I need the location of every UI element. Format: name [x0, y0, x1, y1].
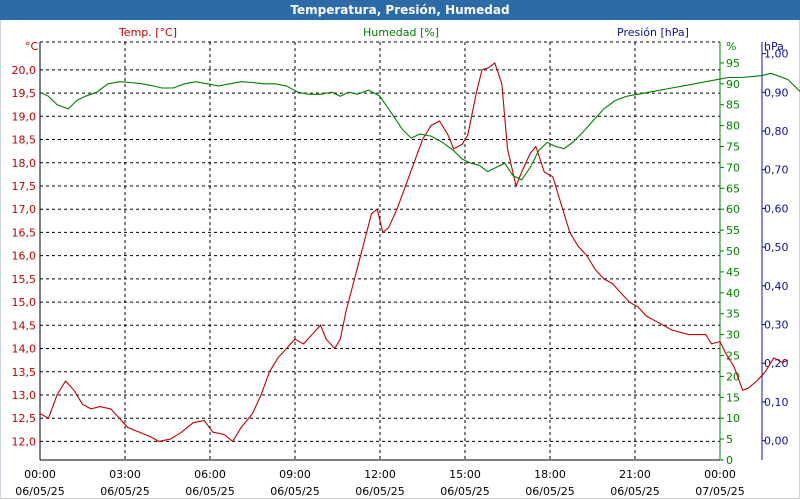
x-tick-time: 03:00	[109, 468, 141, 481]
hum-tick-label: 50	[726, 245, 740, 258]
legend: Temp. [°C] Humedad [%] Presión [hPa]	[118, 26, 689, 39]
hum-tick-label: 55	[726, 224, 740, 237]
x-tick-date: 06/05/25	[610, 485, 659, 498]
hum-tick-label: 0	[726, 454, 733, 467]
temp-tick-label: 12,0	[12, 435, 37, 448]
pres-tick-label: 0,30	[764, 319, 789, 332]
hum-tick-label: 85	[726, 99, 740, 112]
hum-unit-label: %	[726, 40, 736, 53]
hum-tick-label: 60	[726, 203, 740, 216]
temp-tick-label: 19,5	[12, 87, 37, 100]
temp-tick-label: 12,5	[12, 412, 37, 425]
chart-canvas: 12,0 12,5 13,0 13,5 14,0 14,5 15,0 15,5 16,0 16,5…	[12, 26, 800, 498]
x-tick-date: 06/05/25	[270, 485, 319, 498]
tick-labels: 12,0 12,5 13,0 13,5 14,0 14,5 15,0 15,5 16,0 16,5…	[12, 40, 789, 498]
temp-tick-label: 13,5	[12, 366, 37, 379]
temp-tick-label: 18,0	[12, 157, 37, 170]
hum-tick-label: 70	[726, 161, 740, 174]
hum-tick-label: 10	[726, 412, 740, 425]
x-tick-time: 15:00	[449, 468, 481, 481]
hum-tick-label: 95	[726, 57, 740, 70]
temp-tick-label: 18,5	[12, 134, 37, 147]
hum-tick-label: 45	[726, 266, 740, 279]
hum-tick-label: 80	[726, 120, 740, 133]
temp-tick-label: 17,5	[12, 180, 37, 193]
temp-series-line	[39, 61, 789, 443]
hum-tick-label: 30	[726, 329, 740, 342]
legend-humidity: Humedad [%]	[363, 26, 439, 39]
temp-tick-label: 15,0	[12, 296, 37, 309]
x-tick-date: 07/05/25	[695, 485, 744, 498]
hum-tick-label: 15	[726, 391, 740, 404]
x-tick-time: 09:00	[279, 468, 311, 481]
x-tick-date: 06/05/25	[355, 485, 404, 498]
legend-pressure: Presión [hPa]	[617, 26, 689, 39]
grid-lines	[39, 41, 721, 460]
x-tick-date: 06/05/25	[185, 485, 234, 498]
pres-tick-label: 0,80	[764, 125, 789, 138]
hum-tick-label: 35	[726, 308, 740, 321]
hum-tick-label: 25	[726, 350, 740, 363]
temp-tick-label: 19,0	[12, 110, 37, 123]
pres-tick-label: 0,00	[764, 435, 789, 448]
temp-tick-label: 13,0	[12, 389, 37, 402]
temp-tick-label: 14,0	[12, 343, 37, 356]
x-tick-time: 18:00	[534, 468, 566, 481]
x-tick-date: 06/05/25	[440, 485, 489, 498]
x-tick-date: 06/05/25	[525, 485, 574, 498]
temp-tick-label: 15,5	[12, 273, 37, 286]
temp-tick-label: 17,0	[12, 203, 37, 216]
x-tick-date: 06/05/25	[15, 485, 64, 498]
temp-tick-label: 14,5	[12, 319, 37, 332]
temp-tick-label: 20,0	[12, 64, 37, 77]
temp-unit-label: °C	[25, 40, 39, 53]
hum-tick-label: 40	[726, 287, 740, 300]
temp-tick-label: 16,0	[12, 250, 37, 263]
series-lines	[39, 61, 800, 443]
pres-tick-label: 0,40	[764, 280, 789, 293]
hum-tick-label: 5	[726, 433, 733, 446]
x-tick-time: 12:00	[364, 468, 396, 481]
pres-tick-label: 0,70	[764, 164, 789, 177]
x-tick-date: 06/05/25	[100, 485, 149, 498]
pres-tick-label: 0,60	[764, 202, 789, 215]
hum-series-line	[39, 72, 800, 181]
pres-unit-label: hPa	[764, 40, 784, 53]
legend-temp: Temp. [°C]	[118, 26, 177, 39]
hum-tick-label: 65	[726, 182, 740, 195]
pres-tick-label: 0,90	[764, 86, 789, 99]
hum-tick-label: 90	[726, 78, 740, 91]
x-tick-time: 00:00	[24, 468, 56, 481]
pres-tick-label: 0,10	[764, 396, 789, 409]
x-tick-time: 21:00	[619, 468, 651, 481]
pres-tick-label: 0,50	[764, 241, 789, 254]
temp-tick-label: 16,5	[12, 226, 37, 239]
hum-tick-label: 75	[726, 141, 740, 154]
x-tick-time: 00:00	[704, 468, 736, 481]
axes	[39, 42, 763, 461]
x-tick-time: 06:00	[194, 468, 226, 481]
